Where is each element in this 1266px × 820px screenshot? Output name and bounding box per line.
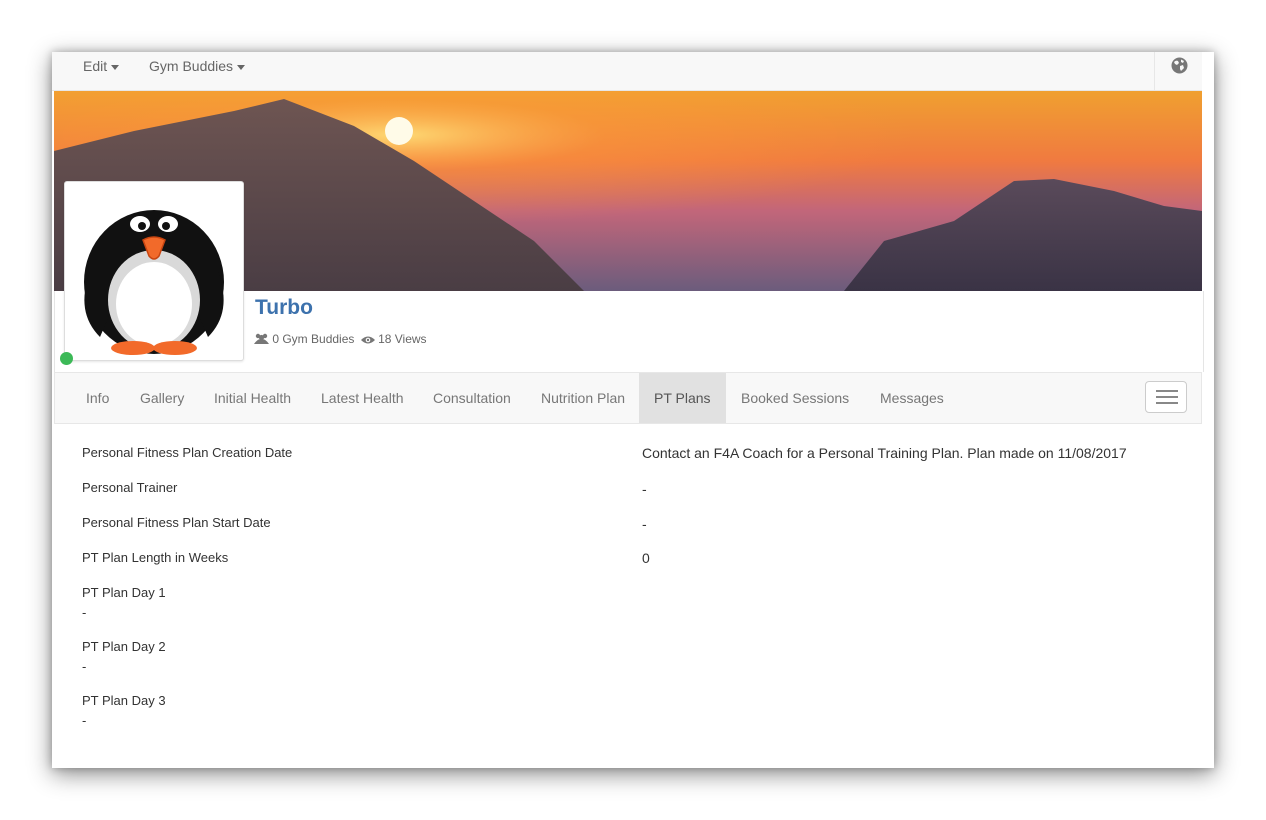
pt-plan-day-1-label: PT Plan Day 1 [82, 585, 166, 600]
tab-booked-sessions[interactable]: Booked Sessions [726, 373, 864, 423]
pt-plan-day-3-label: PT Plan Day 3 [82, 693, 166, 708]
personal-trainer-label: Personal Trainer [82, 480, 178, 495]
tab-gallery[interactable]: Gallery [125, 373, 199, 423]
menu-toggle-button[interactable] [1145, 381, 1187, 413]
pt-plan-day-2-value: - [82, 659, 87, 674]
start-date-label: Personal Fitness Plan Start Date [82, 515, 271, 530]
tab-consultation[interactable]: Consultation [418, 373, 526, 423]
tab-nutrition-plan[interactable]: Nutrition Plan [526, 373, 640, 423]
caret-down-icon [111, 64, 120, 70]
edit-menu-label: Edit [83, 58, 108, 74]
creation-date-value: Contact an F4A Coach for a Personal Trai… [642, 445, 1127, 461]
online-status-dot [60, 352, 73, 365]
tab-initial-health[interactable]: Initial Health [199, 373, 306, 423]
pt-plan-day-2-label: PT Plan Day 2 [82, 639, 166, 654]
gym-buddies-count: 0 Gym Buddies [272, 332, 355, 346]
personal-trainer-value: - [642, 481, 647, 497]
caret-down-icon [237, 64, 246, 70]
top-navbar: Edit Gym Buddies [52, 52, 1202, 91]
tab-messages[interactable]: Messages [865, 373, 959, 423]
views-count: 18 Views [378, 332, 427, 346]
profile-stats: 0 Gym Buddies 18 Views [254, 332, 427, 346]
app-window: Edit Gym Buddies Turbo 0 Gym Buddies 18 … [52, 52, 1214, 768]
gym-buddies-menu[interactable]: Gym Buddies [149, 52, 246, 84]
profile-name[interactable]: Turbo [255, 296, 313, 320]
edit-menu[interactable]: Edit [83, 52, 120, 84]
pt-plan-day-3-value: - [82, 713, 87, 728]
hamburger-icon [1156, 390, 1178, 392]
tab-info[interactable]: Info [71, 373, 124, 423]
plan-length-label: PT Plan Length in Weeks [82, 550, 229, 565]
tab-pt-plans[interactable]: PT Plans [639, 373, 726, 423]
users-icon [254, 333, 269, 344]
gym-buddies-menu-label: Gym Buddies [149, 58, 234, 74]
penguin-avatar-image [84, 210, 224, 355]
hamburger-icon [1156, 396, 1178, 398]
eye-icon [360, 336, 375, 344]
profile-tabs: Info Gallery Initial Health Latest Healt… [54, 372, 1202, 424]
globe-button[interactable] [1154, 52, 1203, 90]
profile-avatar[interactable] [64, 181, 244, 361]
hamburger-icon [1156, 402, 1178, 404]
globe-icon [1171, 57, 1188, 74]
creation-date-label: Personal Fitness Plan Creation Date [82, 445, 293, 460]
plan-length-value: 0 [642, 550, 650, 566]
tab-latest-health[interactable]: Latest Health [306, 373, 419, 423]
pt-plan-day-1-value: - [82, 605, 87, 620]
start-date-value: - [642, 516, 647, 532]
